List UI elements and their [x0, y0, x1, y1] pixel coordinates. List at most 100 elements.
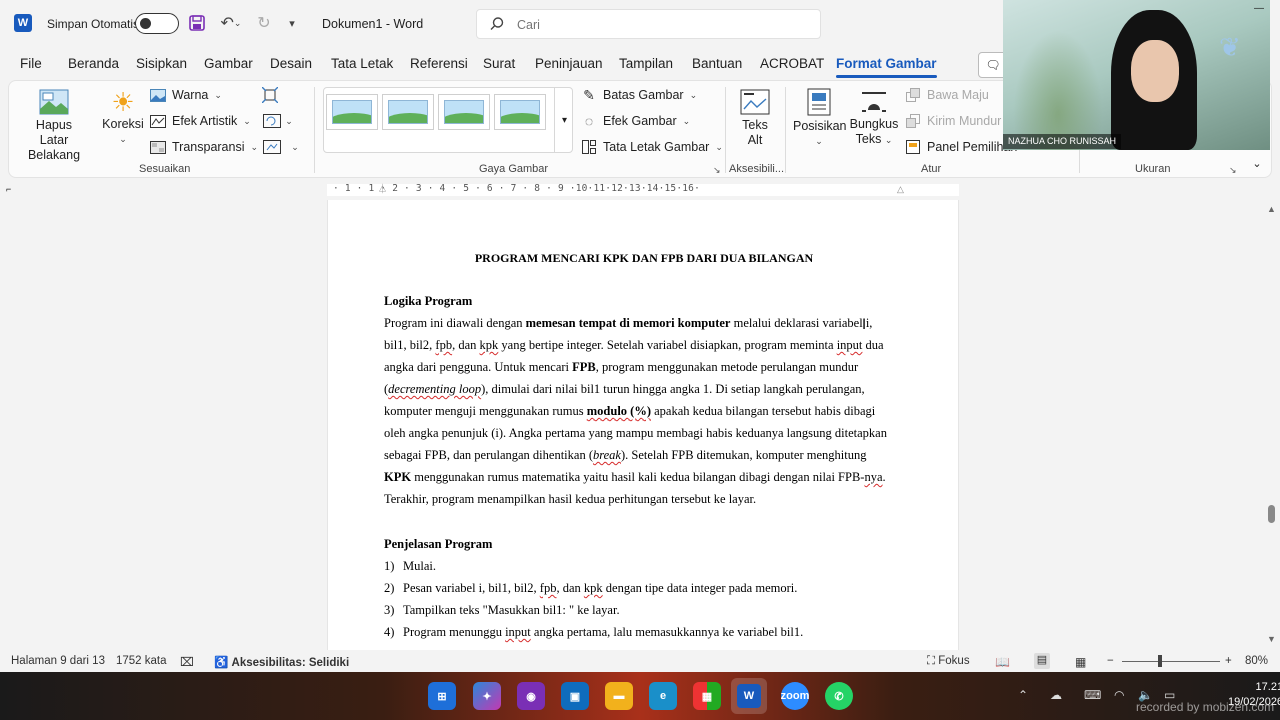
- change-picture-icon[interactable]: ⌄: [261, 112, 295, 130]
- search-icon: [489, 16, 505, 32]
- search-input[interactable]: [517, 16, 807, 34]
- zoom-level[interactable]: 80%: [1245, 655, 1268, 667]
- efek-artistik-button[interactable]: Efek Artistik ⌄: [150, 111, 251, 131]
- dialog-launcher-icon[interactable]: ↘: [1229, 165, 1237, 176]
- web-layout-icon[interactable]: ▦: [1075, 655, 1086, 669]
- picture-style-2[interactable]: [382, 94, 434, 130]
- page-count[interactable]: Halaman 9 dari 13: [11, 655, 105, 667]
- left-indent-marker-icon[interactable]: ⏃: [378, 182, 387, 195]
- tab-sisipkan[interactable]: Sisipkan: [136, 56, 187, 71]
- accessibility-status[interactable]: ♿ Aksesibilitas: Selidiki: [214, 655, 349, 669]
- save-icon[interactable]: [188, 14, 206, 32]
- compress-pictures-icon[interactable]: [261, 86, 279, 104]
- search-box[interactable]: [476, 9, 821, 39]
- picture-style-1[interactable]: [326, 94, 378, 130]
- group-label-gaya-gambar: Gaya Gambar: [479, 163, 549, 175]
- paragraph-line: Terakhir, program menampilkan hasil kedu…: [384, 492, 757, 506]
- warna-button[interactable]: Warna ⌄: [150, 85, 222, 105]
- onedrive-icon[interactable]: ☁: [1050, 688, 1062, 702]
- tab-acrobat[interactable]: ACROBAT: [760, 56, 824, 71]
- scroll-down-icon[interactable]: ▼: [1267, 634, 1276, 644]
- microsoft-store-icon[interactable]: ▣: [561, 682, 589, 710]
- remove-background-icon: [38, 87, 70, 117]
- hapus-latar-belakang-button[interactable]: Hapus Latar Belakang: [21, 87, 87, 163]
- focus-button[interactable]: ⛶ Fokus: [927, 655, 970, 668]
- chevron-down-icon: ⌄: [715, 141, 723, 152]
- tab-bantuan[interactable]: Bantuan: [692, 56, 742, 71]
- horizontal-ruler[interactable]: ⌐ · 1 · 1 · 2 · 3 · 4 · 5 · 6 · 7 · 8 · …: [0, 180, 1264, 200]
- tab-referensi[interactable]: Referensi: [410, 56, 468, 71]
- zoom-slider[interactable]: [1122, 661, 1220, 662]
- transparansi-button[interactable]: Transparansi ⌄: [150, 137, 258, 157]
- tab-beranda[interactable]: Beranda: [68, 56, 119, 71]
- webcam-overlay[interactable]: ❦ — NAZHUA CHO RUNISSAH: [1003, 0, 1270, 150]
- collapse-ribbon-icon[interactable]: ⌄: [1249, 155, 1265, 171]
- word-taskbar-icon[interactable]: W: [731, 678, 767, 714]
- tab-desain[interactable]: Desain: [270, 56, 312, 71]
- position-icon: [803, 87, 835, 117]
- reset-picture-icon[interactable]: ⌄: [261, 138, 301, 156]
- paragraph-line: Program ini diawali dengan memesan tempa…: [384, 316, 873, 330]
- print-layout-icon[interactable]: ▤: [1034, 653, 1050, 669]
- chevron-down-icon: ⌄: [884, 135, 893, 145]
- tray-overflow-icon[interactable]: ⌃: [1018, 688, 1028, 702]
- paragraph-logika[interactable]: Program ini diawali dengan memesan tempa…: [384, 312, 904, 510]
- tata-letak-gambar-button[interactable]: Tata Letak Gambar ⌄: [581, 137, 723, 157]
- recording-watermark: recorded by mobizen.com: [1136, 700, 1275, 714]
- redo-icon[interactable]: ↻: [253, 13, 275, 33]
- language-icon[interactable]: ⌨: [1084, 688, 1101, 702]
- koreksi-button[interactable]: ☀ Koreksi ⌄: [101, 87, 145, 147]
- screen-recorder-icon[interactable]: ◉: [517, 682, 545, 710]
- chevron-down-icon: ⌄: [815, 136, 823, 146]
- posisikan-button[interactable]: Posisikan ⌄: [793, 87, 847, 149]
- gallery-more-icon[interactable]: ▾: [554, 88, 574, 152]
- list-item: 4) Program menunggu input angka pertama, …: [384, 625, 804, 639]
- tab-stop-selector-icon[interactable]: ⌐: [6, 184, 11, 194]
- office-apps-icon[interactable]: ▦: [693, 682, 721, 710]
- word-count[interactable]: 1752 kata: [116, 655, 167, 667]
- whatsapp-icon[interactable]: ✆: [825, 682, 853, 710]
- undo-icon[interactable]: ↶ ⌄: [216, 13, 246, 33]
- tab-format-gambar[interactable]: Format Gambar: [836, 56, 937, 78]
- close-icon[interactable]: —: [1254, 3, 1264, 14]
- edge-browser-icon[interactable]: e: [649, 682, 677, 710]
- zoom-app-icon[interactable]: zoom: [781, 682, 809, 710]
- copilot-icon[interactable]: ✦: [473, 682, 501, 710]
- scroll-thumb[interactable]: [1268, 505, 1275, 523]
- tab-gambar[interactable]: Gambar: [204, 56, 253, 71]
- dialog-launcher-icon[interactable]: ↘: [713, 165, 721, 176]
- windows-start-icon[interactable]: ⊞: [428, 682, 456, 710]
- autosave-toggle[interactable]: [135, 13, 179, 34]
- file-explorer-icon[interactable]: ▬: [605, 682, 633, 710]
- color-picture-icon: [150, 88, 166, 102]
- right-indent-marker-icon[interactable]: △: [897, 184, 904, 195]
- group-label-sesuaikan: Sesuaikan: [139, 163, 191, 175]
- chevron-down-icon: ⌄: [250, 141, 259, 152]
- kirim-mundur-button[interactable]: Kirim Mundur: [905, 111, 1001, 131]
- wifi-icon[interactable]: ◠: [1114, 688, 1124, 702]
- document-page[interactable]: PROGRAM MENCARI KPK DAN FPB DARI DUA BIL…: [327, 200, 959, 650]
- read-mode-icon[interactable]: 📖: [995, 655, 1010, 669]
- batas-gambar-button[interactable]: ✎ Batas Gambar ⌄: [581, 85, 697, 105]
- customize-quick-access-icon[interactable]: ▾: [284, 13, 300, 33]
- tab-surat[interactable]: Surat: [483, 56, 515, 71]
- bawa-maju-button[interactable]: Bawa Maju: [905, 85, 989, 105]
- tab-tata-letak[interactable]: Tata Letak: [331, 56, 393, 71]
- zoom-in-icon[interactable]: +: [1225, 655, 1232, 667]
- picture-style-3[interactable]: [438, 94, 490, 130]
- efek-gambar-button[interactable]: ◌ Efek Gambar ⌄: [581, 111, 690, 131]
- zoom-slider-thumb[interactable]: [1158, 655, 1162, 667]
- bungkus-teks-button[interactable]: Bungkus Teks ⌄: [849, 87, 899, 148]
- panel-pemilihan-button[interactable]: Panel Pemilihan: [905, 137, 1017, 157]
- proofing-icon[interactable]: ⌧: [180, 655, 194, 669]
- zoom-out-icon[interactable]: −: [1107, 655, 1114, 667]
- status-bar: Halaman 9 dari 13 1752 kata ⌧ ♿ Aksesibi…: [0, 650, 1280, 672]
- teks-alt-button[interactable]: Teks Alt: [735, 87, 775, 148]
- tab-peninjauan[interactable]: Peninjauan: [535, 56, 603, 71]
- picture-style-4[interactable]: [494, 94, 546, 130]
- document-canvas[interactable]: PROGRAM MENCARI KPK DAN FPB DARI DUA BIL…: [0, 200, 1264, 650]
- tab-tampilan[interactable]: Tampilan: [619, 56, 673, 71]
- tab-file[interactable]: File: [20, 56, 42, 71]
- scroll-up-icon[interactable]: ▲: [1267, 204, 1276, 214]
- vertical-scrollbar[interactable]: ▲ ▼: [1264, 200, 1280, 650]
